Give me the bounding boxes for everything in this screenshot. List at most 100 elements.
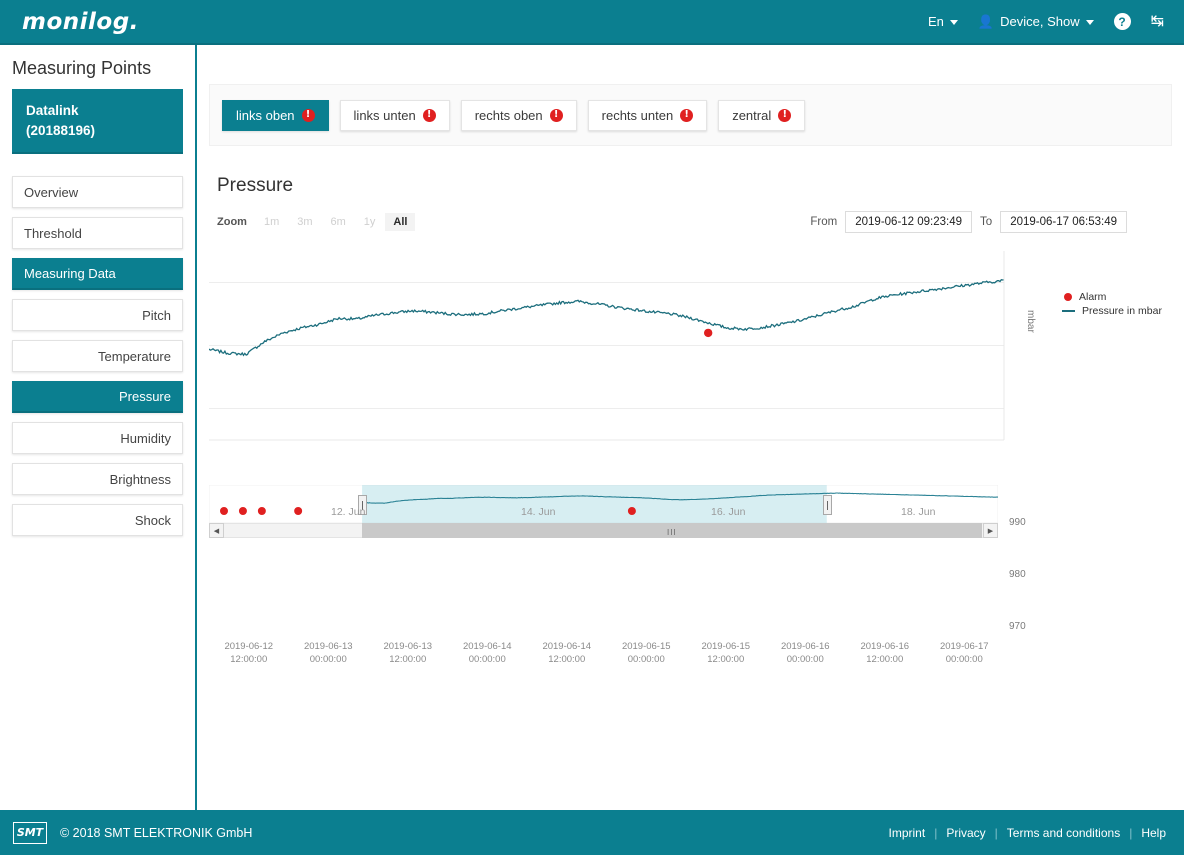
sidebar-item-threshold[interactable]: Threshold	[12, 217, 183, 249]
device-name: Datalink	[26, 101, 169, 121]
zoom-button-6m[interactable]: 6m	[323, 213, 354, 231]
tab-label: zentral	[732, 108, 771, 123]
footer-link-imprint[interactable]: Imprint	[889, 826, 926, 840]
chart-svg	[209, 235, 1172, 495]
device-serial: (20188196)	[26, 121, 169, 141]
x-tick-0: 2019-06-1212:00:00	[204, 641, 294, 667]
x-tick-time: 00:00:00	[787, 654, 824, 665]
x-tick-time: 12:00:00	[389, 654, 426, 665]
sidebar-item-temperature[interactable]: Temperature	[12, 340, 183, 372]
sidebar-item-label: Shock	[135, 513, 171, 528]
navigator-alarm-marker[interactable]	[258, 507, 266, 515]
tab-rechts-unten[interactable]: rechts unten !	[588, 100, 708, 131]
user-icon: 👤	[978, 14, 994, 30]
sidebar-item-shock[interactable]: Shock	[12, 504, 183, 536]
sidebar-item-brightness[interactable]: Brightness	[12, 463, 183, 495]
language-selector[interactable]: En	[928, 14, 958, 29]
page-title: Measuring Points	[12, 58, 195, 79]
alarm-points	[704, 329, 712, 337]
navigator-svg	[209, 485, 998, 523]
sidebar-item-pressure[interactable]: Pressure	[12, 381, 183, 413]
alarm-icon: !	[778, 109, 791, 122]
sidebar-item-label: Threshold	[24, 226, 82, 241]
tab-label: links unten	[354, 108, 416, 123]
navigator-alarm-marker[interactable]	[628, 507, 636, 515]
chart-heading: Pressure	[217, 175, 293, 197]
chevron-down-icon	[950, 20, 958, 25]
alarm-icon: !	[423, 109, 436, 122]
navigator-alarm-marker[interactable]	[239, 507, 247, 515]
from-date-input[interactable]: 2019-06-12 09:23:49	[845, 211, 972, 233]
sidebar-item-label: Overview	[24, 185, 78, 200]
zoom-button-1m[interactable]: 1m	[256, 213, 287, 231]
x-tick-date: 2019-06-16	[860, 641, 909, 652]
x-tick-time: 12:00:00	[707, 654, 744, 665]
tab-zentral[interactable]: zentral !	[718, 100, 805, 131]
tab-label: rechts unten	[602, 108, 674, 123]
zoom-button-1y[interactable]: 1y	[356, 213, 384, 231]
x-tick-time: 00:00:00	[946, 654, 983, 665]
sidebar-item-measuring-data[interactable]: Measuring Data	[12, 258, 183, 290]
x-tick-8: 2019-06-1612:00:00	[840, 641, 930, 667]
footer-link-help[interactable]: Help	[1141, 826, 1166, 840]
zoom-range-selector: Zoom 1m 3m 6m 1y All	[217, 213, 415, 231]
logout-icon[interactable]: ↹	[1151, 14, 1164, 30]
device-card[interactable]: Datalink (20188196)	[12, 89, 183, 154]
navigator-scroll-left-arrow[interactable]: ◀	[209, 523, 224, 538]
to-date-input[interactable]: 2019-06-17 06:53:49	[1000, 211, 1127, 233]
x-tick-time: 00:00:00	[628, 654, 665, 665]
footer: SMT © 2018 SMT ELEKTRONIK GmbH Imprint |…	[0, 810, 1184, 855]
help-icon[interactable]: ?	[1114, 13, 1131, 30]
navigator-alarm-marker[interactable]	[294, 507, 302, 515]
user-menu[interactable]: 👤 Device, Show	[978, 14, 1094, 30]
x-tick-1: 2019-06-1300:00:00	[283, 641, 373, 667]
sidebar-item-humidity[interactable]: Humidity	[12, 422, 183, 454]
sidebar-item-label: Brightness	[110, 472, 171, 487]
gridlines	[209, 283, 1004, 409]
to-label: To	[980, 216, 992, 228]
tab-rechts-oben[interactable]: rechts oben !	[461, 100, 577, 131]
monilog-logo: monilog.	[22, 9, 139, 35]
navigator-selection	[362, 485, 827, 523]
x-tick-date: 2019-06-13	[304, 641, 353, 652]
date-range-row: From 2019-06-12 09:23:49 To 2019-06-17 0…	[810, 211, 1127, 233]
x-tick-date: 2019-06-14	[542, 641, 591, 652]
navigator-date-2: 16. Jun	[711, 506, 745, 518]
y-tick-970: 970	[1009, 621, 1026, 632]
navigator-date-0: 12. Jun	[331, 506, 365, 518]
footer-links: Imprint | Privacy | Terms and conditions…	[889, 826, 1166, 840]
from-label: From	[810, 216, 837, 228]
footer-link-privacy[interactable]: Privacy	[946, 826, 985, 840]
x-tick-2: 2019-06-13 12:00:00	[363, 641, 453, 667]
x-tick-date: 2019-06-17	[940, 641, 989, 652]
x-tick-time: 00:00:00	[469, 654, 506, 665]
sidebar-item-pitch[interactable]: Pitch	[12, 299, 183, 331]
chart-navigator[interactable]: 12. Jun 14. Jun 16. Jun 18. Jun III ◀ ▶	[209, 485, 1172, 543]
navigator-handle-right[interactable]	[823, 495, 832, 515]
x-tick-6: 2019-06-15 12:00:00	[681, 641, 771, 667]
zoom-button-all[interactable]: All	[385, 213, 415, 231]
x-tick-7: 2019-06-1600:00:00	[760, 641, 850, 667]
sidebar-item-overview[interactable]: Overview	[12, 176, 183, 208]
sidebar: Measuring Points Datalink (20188196) Ove…	[0, 45, 197, 810]
alarm-marker[interactable]	[704, 329, 712, 337]
tab-links-oben[interactable]: links oben !	[222, 100, 329, 131]
tab-links-unten[interactable]: links unten !	[340, 100, 450, 131]
zoom-button-3m[interactable]: 3m	[289, 213, 320, 231]
x-tick-date: 2019-06-13	[383, 641, 432, 652]
navigator-scroll-right-arrow[interactable]: ▶	[983, 523, 998, 538]
alarm-icon: !	[550, 109, 563, 122]
x-tick-date: 2019-06-15	[701, 641, 750, 652]
sidebar-item-label: Pitch	[142, 308, 171, 323]
alarm-icon: !	[302, 109, 315, 122]
smt-logo: SMT	[13, 822, 47, 844]
measuring-point-tabs: links oben ! links unten ! rechts oben !…	[209, 84, 1172, 146]
navigator-alarm-marker[interactable]	[220, 507, 228, 515]
sidebar-spacer	[0, 154, 195, 176]
pressure-line	[209, 280, 1004, 356]
footer-link-terms[interactable]: Terms and conditions	[1007, 826, 1120, 840]
sidebar-item-label: Measuring Data	[24, 266, 116, 281]
navigator-date-3: 18. Jun	[901, 506, 935, 518]
tab-label: rechts oben	[475, 108, 543, 123]
footer-separator: |	[995, 826, 998, 840]
